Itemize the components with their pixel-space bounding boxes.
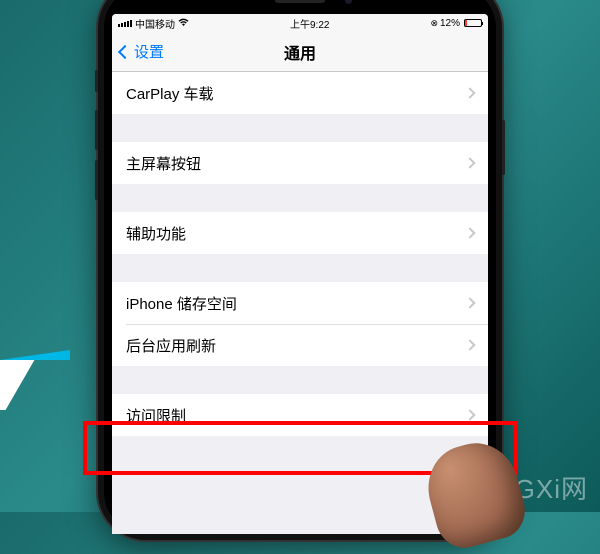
cell-label: 后台应用刷新: [126, 335, 466, 356]
cell-home-button[interactable]: 主屏幕按钮: [112, 142, 488, 184]
settings-list[interactable]: CarPlay 车载 主屏幕按钮 辅助功能 iPhone 储存空间: [112, 72, 488, 534]
cell-label: 访问限制: [126, 405, 466, 426]
signal-icon: [118, 20, 132, 27]
back-button[interactable]: 设置: [120, 41, 164, 62]
wifi-icon: [178, 18, 189, 29]
chevron-right-icon: [464, 157, 475, 168]
cell-carplay[interactable]: CarPlay 车载: [112, 72, 488, 114]
cell-storage[interactable]: iPhone 储存空间: [112, 282, 488, 324]
chevron-right-icon: [464, 339, 475, 350]
chevron-right-icon: [464, 409, 475, 420]
chevron-right-icon: [464, 297, 475, 308]
lock-icon: ⊗: [430, 18, 438, 29]
cell-label: 辅助功能: [126, 223, 466, 244]
screen: 中国移动 上午9:22 ⊗ 12% 设置 通用: [112, 14, 488, 534]
cell-label: 主屏幕按钮: [126, 153, 466, 174]
time-label: 上午9:22: [189, 16, 430, 31]
page-title: 通用: [112, 40, 488, 64]
carrier-label: 中国移动: [135, 16, 175, 31]
watermark: GXi网: [515, 469, 588, 506]
chevron-left-icon: [118, 44, 132, 58]
status-bar: 中国移动 上午9:22 ⊗ 12%: [112, 14, 488, 32]
chevron-right-icon: [464, 227, 475, 238]
chevron-right-icon: [464, 87, 475, 98]
nav-bar: 设置 通用: [112, 32, 488, 72]
battery-icon: [464, 19, 482, 27]
cell-label: CarPlay 车载: [126, 83, 466, 104]
back-label: 设置: [134, 41, 164, 62]
cell-label: iPhone 储存空间: [126, 293, 466, 314]
cell-background-refresh[interactable]: 后台应用刷新: [112, 324, 488, 366]
battery-pct: 12%: [440, 18, 460, 29]
cell-accessibility[interactable]: 辅助功能: [112, 212, 488, 254]
cell-restrictions[interactable]: 访问限制: [112, 394, 488, 436]
